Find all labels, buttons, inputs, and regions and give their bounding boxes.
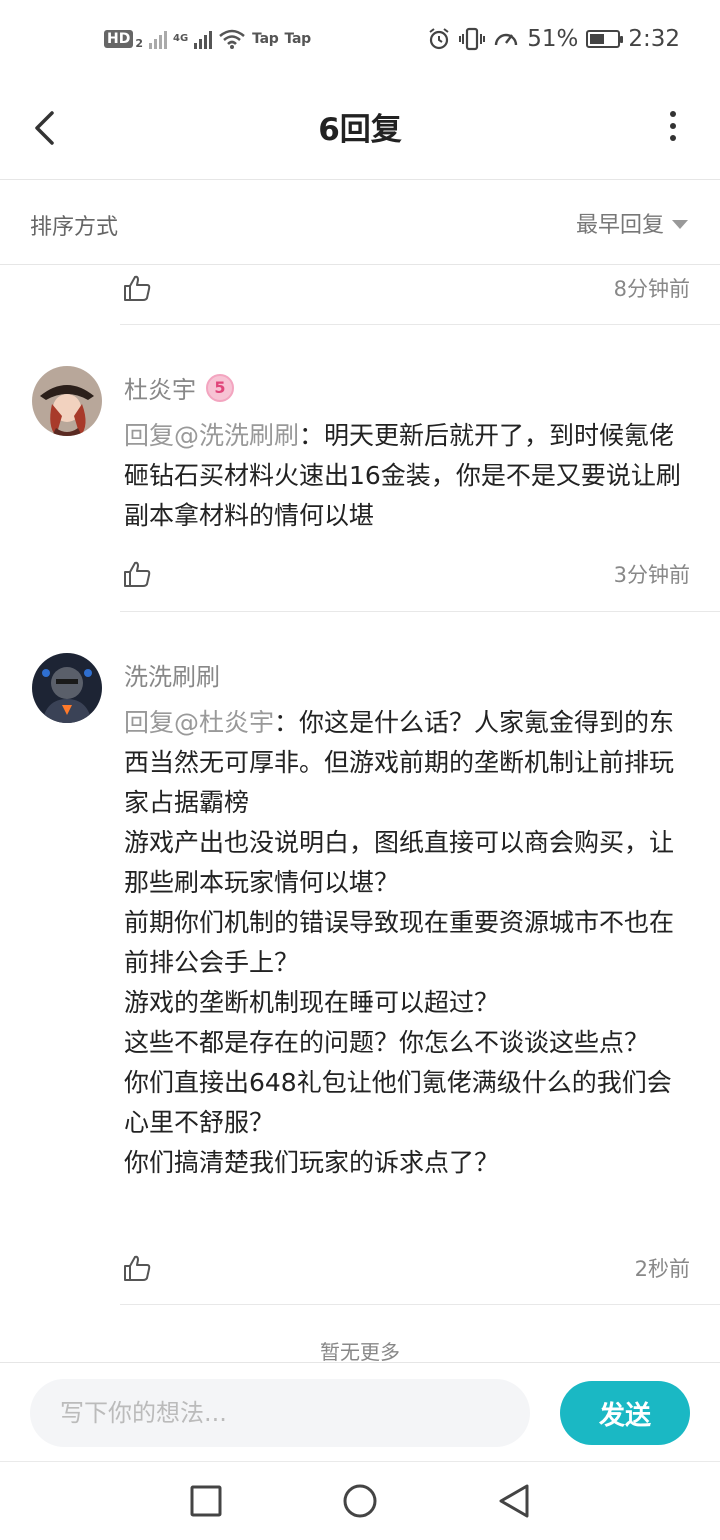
battery-level xyxy=(590,34,604,44)
divider xyxy=(120,611,720,612)
reply-text: ：你这是什么话？人家氪金得到的东西当然无可厚非。但游戏前期的垄断机制让前排玩家占… xyxy=(124,708,675,1177)
username[interactable]: 洗洗刷刷 xyxy=(124,657,220,692)
hd-voice-sub: 2 xyxy=(135,36,143,50)
status-bar-right: 51% 2:32 xyxy=(427,26,680,52)
send-button[interactable]: 发送 xyxy=(560,1381,690,1445)
username-text: 杜炎宇 xyxy=(124,376,196,404)
tap-notification-2: Tap xyxy=(284,31,312,47)
sort-selected-value: 最早回复 xyxy=(575,213,664,238)
username[interactable]: 杜炎宇 5 xyxy=(124,370,234,405)
more-dot-icon xyxy=(670,135,676,141)
thumbs-up-icon[interactable] xyxy=(122,1253,152,1283)
signal-1-icon xyxy=(149,29,167,49)
comment-input-bar: 发送 xyxy=(0,1362,720,1462)
reply-time: 8分钟前 xyxy=(613,277,690,301)
reply-meta-row: 8分钟前 xyxy=(122,268,690,308)
more-dot-icon xyxy=(670,111,676,117)
mention-link[interactable]: 回复@杜炎宇 xyxy=(124,708,274,737)
header: 6回复 xyxy=(0,84,720,180)
status-bar: HD 2 4G Tap Tap 51% 2:32 xyxy=(0,0,720,84)
no-more-label: 暂无更多 xyxy=(320,1340,400,1362)
sort-dropdown[interactable]: 最早回复 xyxy=(576,207,688,239)
speed-icon xyxy=(495,33,518,46)
avatar[interactable] xyxy=(32,653,102,723)
more-dot-icon xyxy=(670,123,676,129)
hd-voice-icon: HD xyxy=(104,30,134,48)
triangle-back-icon xyxy=(499,1484,529,1518)
wifi-icon xyxy=(219,29,245,49)
avatar-pirate-image xyxy=(32,366,102,436)
reply-time: 2秒前 xyxy=(634,1257,690,1281)
page-title: 6回复 xyxy=(318,112,402,148)
level-badge: 5 xyxy=(206,373,234,402)
signal-2-icon xyxy=(194,29,213,49)
reply-meta-row: 3分钟前 xyxy=(122,554,690,594)
alarm-icon xyxy=(429,28,449,50)
recent-apps-button[interactable] xyxy=(186,1481,226,1521)
battery-percent: 51% xyxy=(527,26,579,52)
reply-body: 回复@杜炎宇：你这是什么话？人家氪金得到的东西当然无可厚非。但游戏前期的垄断机制… xyxy=(124,703,692,1183)
reply-meta-row: 2秒前 xyxy=(122,1248,690,1288)
back-nav-button[interactable] xyxy=(494,1481,534,1521)
status-bar-left: HD 2 4G Tap Tap xyxy=(104,28,311,50)
more-options-button[interactable] xyxy=(658,104,688,148)
sort-label: 排序方式 xyxy=(30,215,119,240)
thumbs-up-icon[interactable] xyxy=(122,273,152,303)
username-text: 洗洗刷刷 xyxy=(124,663,220,691)
avatar-robot-image xyxy=(32,653,102,723)
home-button[interactable] xyxy=(340,1481,380,1521)
vibrate-icon xyxy=(459,27,486,51)
divider xyxy=(120,1304,720,1305)
mention-link[interactable]: 回复@洗洗刷刷 xyxy=(124,421,299,450)
reply-body: 回复@洗洗刷刷：明天更新后就开了，到时候氪佬砸钻石买材料火速出16金装，你是不是… xyxy=(124,416,692,536)
system-nav-bar xyxy=(0,1463,720,1540)
comment-input[interactable] xyxy=(30,1379,530,1447)
thumbs-up-icon[interactable] xyxy=(122,559,152,589)
clock: 2:32 xyxy=(628,26,680,52)
circle-icon xyxy=(343,1484,377,1518)
network-type-label: 4G xyxy=(173,33,189,44)
square-icon xyxy=(190,1485,222,1517)
reply-time: 3分钟前 xyxy=(613,563,690,587)
avatar[interactable] xyxy=(32,366,102,436)
divider xyxy=(120,324,720,325)
tap-notification-1: Tap xyxy=(252,31,279,47)
sort-bar: 排序方式 最早回复 xyxy=(0,181,720,265)
battery-icon xyxy=(586,30,624,48)
caret-down-icon xyxy=(672,219,688,229)
reply-list: 8分钟前 杜炎宇 5 回复@洗洗刷刷：明天更新后就开了，到时候氪佬砸钻石买材料火… xyxy=(0,266,720,1362)
